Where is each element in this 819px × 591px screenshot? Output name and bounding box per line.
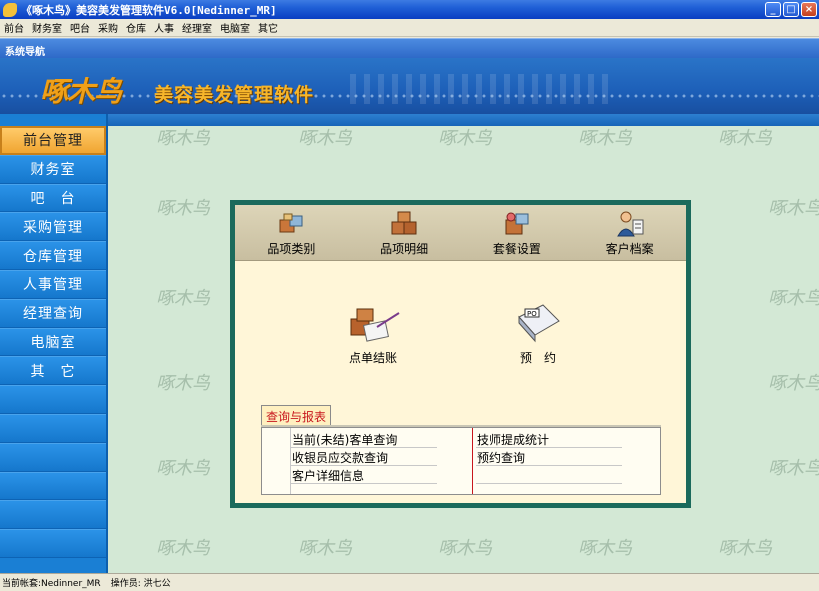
checkout-label: 点单结账 [348,351,397,365]
sidebar-empty-slot [0,413,106,443]
menu-item-manager[interactable]: 经理室 [178,20,216,35]
column-divider [472,428,473,494]
menu-item-other[interactable]: 其它 [254,20,282,35]
tool-label: 套餐设置 [492,242,541,256]
sidebar-item-other[interactable]: 其 它 [0,356,106,386]
brand-logo: 啄木鸟 [40,75,122,108]
booking-button[interactable]: PO 预 约 [513,301,563,366]
brand-title: 美容美发管理软件 [154,84,315,106]
menu-item-front[interactable]: 前台 [0,20,28,35]
window-title: 《啄木鸟》美容美发管理软件V6.0[Nedinner_MR] [21,3,277,17]
menu-item-hr[interactable]: 人事 [150,20,178,35]
minimize-button[interactable]: _ [765,2,781,17]
watermark: 啄木鸟 [156,373,210,394]
menu-item-bar[interactable]: 吧台 [66,20,94,35]
watermark: 啄木鸟 [156,128,210,149]
report-item-booking-query[interactable]: 预约查询 [476,448,622,466]
checkout-button[interactable]: 点单结账 [343,305,403,366]
watermark: 啄木鸟 [768,458,819,479]
main-content: 啄木鸟 啄木鸟 啄木鸟 啄木鸟 啄木鸟 啄木鸟 啄木鸟 啄木鸟 啄木鸟 啄木鸟 … [108,114,819,573]
status-bar: 当前帐套:Nedinner_MR 操作员: 洪七公 [0,573,819,591]
tool-item-detail[interactable]: 品项明细 [348,205,461,260]
booking-icon: PO [518,304,560,343]
banner-dots [0,92,819,102]
menu-item-warehouse[interactable]: 仓库 [122,20,150,35]
sidebar: 前台管理 财务室 吧 台 采购管理 仓库管理 人事管理 经理查询 电脑室 其 它 [0,114,108,573]
menu-item-computer[interactable]: 电脑室 [216,20,254,35]
sidebar-item-warehouse[interactable]: 仓库管理 [0,241,106,270]
status-operator: 操作员: 洪七公 [110,579,171,589]
tool-item-package[interactable]: 套餐设置 [461,205,574,260]
watermark: 啄木鸟 [156,458,210,479]
sidebar-empty-slot [0,442,106,472]
report-item-customer-info[interactable]: 客户详细信息 [291,466,437,484]
report-item-cashier-due[interactable]: 收银员应交款查询 [291,448,437,466]
panel-toolbar: 品项类别 品项明细 套餐设置 客户档案 [235,205,686,261]
watermark: 啄木鸟 [156,538,210,559]
svg-text:PO: PO [527,310,537,318]
watermark: 啄木鸟 [298,128,352,149]
front-desk-panel: 品项类别 品项明细 套餐设置 客户档案 点单结账 PO 预 约 查询与报表 当前… [230,200,691,508]
package-icon [505,212,529,235]
title-bar: 《啄木鸟》美容美发管理软件V6.0[Nedinner_MR] _ □ × [0,0,819,19]
tool-item-customer[interactable]: 客户档案 [573,205,686,260]
report-item-commission[interactable]: 技师提成统计 [476,430,622,448]
checkout-icon [350,308,400,342]
close-button[interactable]: × [801,2,817,17]
watermark: 啄木鸟 [438,538,492,559]
watermark: 啄木鸟 [156,198,210,219]
sidebar-item-computer[interactable]: 电脑室 [0,327,106,357]
menu-item-finance[interactable]: 财务室 [28,20,66,35]
watermark: 啄木鸟 [718,538,772,559]
watermark: 啄木鸟 [438,128,492,149]
watermark: 啄木鸟 [718,128,772,149]
sidebar-empty-slot [0,500,106,530]
menu-bar: 前台 财务室 吧台 采购 仓库 人事 经理室 电脑室 其它 [0,19,819,37]
watermark: 啄木鸟 [768,198,819,219]
watermark: 啄木鸟 [298,538,352,559]
tool-label: 品项明细 [380,242,429,256]
watermark: 啄木鸟 [578,128,632,149]
maximize-button[interactable]: □ [783,2,799,17]
tool-label: 品项类别 [267,242,316,256]
watermark: 啄木鸟 [768,373,819,394]
sidebar-item-purchase[interactable]: 采购管理 [0,212,106,242]
tool-item-category[interactable]: 品项类别 [235,205,348,260]
watermark: 啄木鸟 [768,288,819,309]
menu-item-purchase[interactable]: 采购 [94,20,122,35]
app-icon [3,2,17,17]
watermark: 啄木鸟 [156,288,210,309]
sidebar-empty-slot [0,385,106,414]
sidebar-item-manager[interactable]: 经理查询 [0,298,106,328]
nav-title-bar: 系统导航 [0,38,819,58]
customer-icon [616,211,644,237]
report-list: 当前(未结)客单查询 收银员应交款查询 客户详细信息 技师提成统计 预约查询 [261,427,661,495]
tab-query-report[interactable]: 查询与报表 [261,405,332,427]
sidebar-item-bar[interactable]: 吧 台 [0,183,106,213]
sidebar-empty-slot [0,471,106,501]
category-icon [279,213,303,233]
status-account: 当前帐套:Nedinner_MR [2,579,101,589]
sidebar-item-finance[interactable]: 财务室 [0,154,106,184]
sidebar-header [0,114,106,126]
watermark: 啄木鸟 [578,538,632,559]
report-item-empty [476,466,622,484]
booking-label: 预 约 [519,351,556,365]
sidebar-item-hr[interactable]: 人事管理 [0,269,106,299]
boxes-icon [391,211,417,235]
report-item-open-orders[interactable]: 当前(未结)客单查询 [291,430,437,448]
sidebar-empty-slot [0,529,106,558]
banner: 啄木鸟 美容美发管理软件 [0,58,819,114]
sidebar-item-front-desk[interactable]: 前台管理 [0,126,106,155]
tool-label: 客户档案 [605,242,654,256]
